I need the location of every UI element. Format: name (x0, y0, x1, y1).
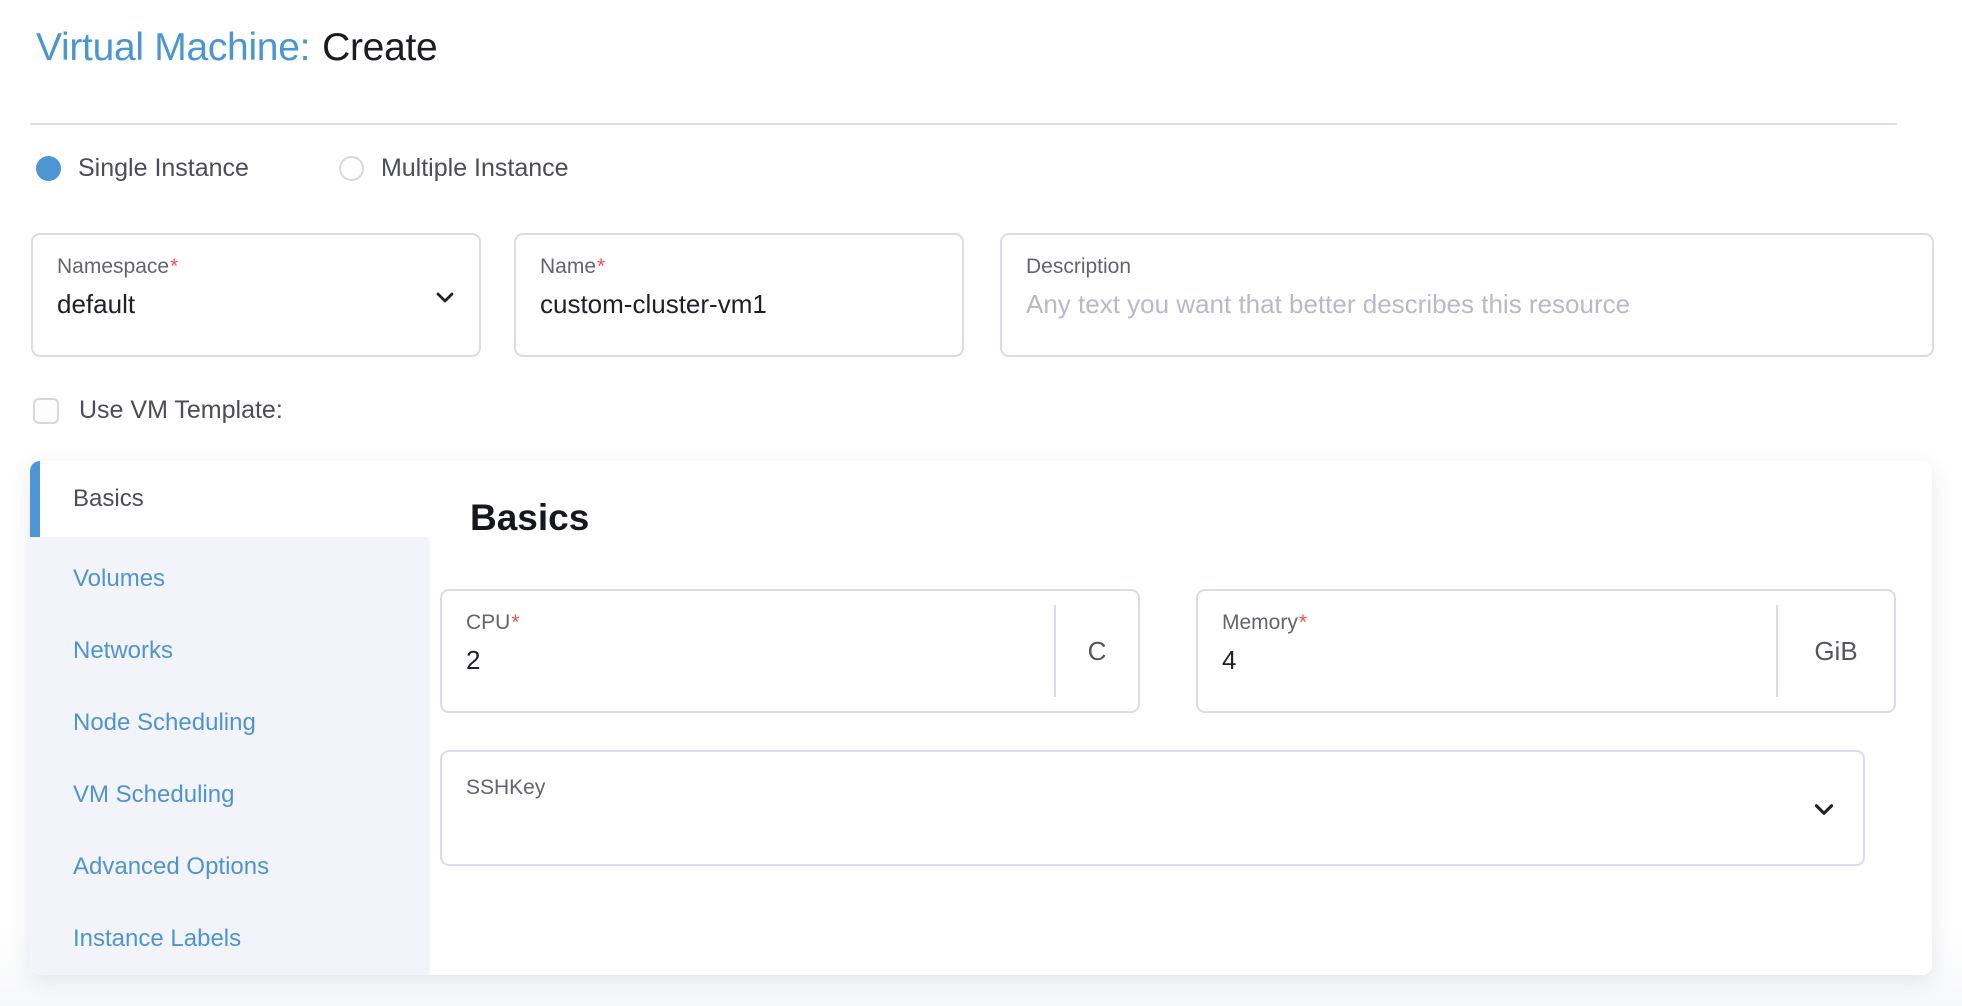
cpu-unit-suffix: C (1054, 605, 1138, 697)
tab-node-scheduling[interactable]: Node Scheduling (30, 687, 430, 759)
page-title-resource: Virtual Machine: (36, 26, 310, 69)
vm-config-panel: Basics Volumes Networks Node Scheduling … (30, 461, 1932, 975)
radio-selected-icon[interactable] (36, 156, 61, 181)
memory-unit-suffix: GiB (1776, 605, 1894, 697)
instance-mode-radio-group: Single Instance Multiple Instance (36, 154, 569, 183)
tab-list: Volumes Networks Node Scheduling VM Sche… (30, 537, 430, 975)
tab-instance-labels[interactable]: Instance Labels (30, 903, 430, 975)
name-label: Name* (540, 255, 605, 279)
required-asterisk: * (597, 255, 605, 278)
tab-sidebar: Basics Volumes Networks Node Scheduling … (30, 461, 430, 975)
namespace-label: Namespace* (57, 255, 178, 279)
multiple-instance-radio[interactable]: Multiple Instance (339, 154, 569, 183)
chevron-down-icon[interactable] (1811, 796, 1837, 822)
header-divider (30, 123, 1897, 125)
single-instance-radio[interactable]: Single Instance (36, 154, 249, 183)
name-field: Name* (514, 233, 964, 357)
sshkey-label: SSHKey (466, 776, 545, 800)
cpu-field: CPU* C (440, 589, 1140, 713)
memory-field: Memory* GiB (1196, 589, 1896, 713)
vm-create-page: Virtual Machine: Create Single Instance M… (0, 0, 1962, 1006)
description-field: Description (1000, 233, 1934, 357)
namespace-select[interactable]: Namespace* default (31, 233, 481, 357)
cpu-unit-label: C (1088, 636, 1107, 667)
cpu-label: CPU* (466, 611, 520, 635)
memory-input[interactable] (1222, 645, 1808, 676)
tab-volumes[interactable]: Volumes (30, 543, 430, 615)
radio-unselected-icon[interactable] (339, 156, 364, 181)
tab-advanced-options[interactable]: Advanced Options (30, 831, 430, 903)
checkbox-unchecked-icon[interactable] (33, 398, 59, 424)
single-instance-label: Single Instance (78, 154, 249, 183)
namespace-value: default (57, 289, 393, 320)
sshkey-select[interactable]: SSHKey (440, 750, 1865, 866)
tab-networks[interactable]: Networks (30, 615, 430, 687)
required-asterisk: * (1299, 611, 1307, 634)
chevron-down-icon[interactable] (433, 285, 457, 309)
tab-content-basics: Basics (430, 461, 1932, 975)
name-input[interactable] (540, 289, 876, 320)
tab-vm-scheduling[interactable]: VM Scheduling (30, 759, 430, 831)
use-vm-template-row[interactable]: Use VM Template: (33, 396, 283, 425)
tab-basics[interactable]: Basics (30, 461, 430, 537)
description-label: Description (1026, 255, 1131, 279)
page-title-action: Create (322, 26, 437, 69)
description-input[interactable] (1026, 289, 1908, 320)
memory-label: Memory* (1222, 611, 1307, 635)
page-title: Virtual Machine: Create (36, 26, 437, 70)
use-vm-template-label: Use VM Template: (79, 396, 283, 425)
required-asterisk: * (170, 255, 178, 278)
multiple-instance-label: Multiple Instance (381, 154, 569, 183)
memory-unit-label: GiB (1814, 636, 1857, 667)
required-asterisk: * (511, 611, 519, 634)
basics-heading: Basics (470, 497, 589, 539)
cpu-input[interactable] (466, 645, 1052, 676)
